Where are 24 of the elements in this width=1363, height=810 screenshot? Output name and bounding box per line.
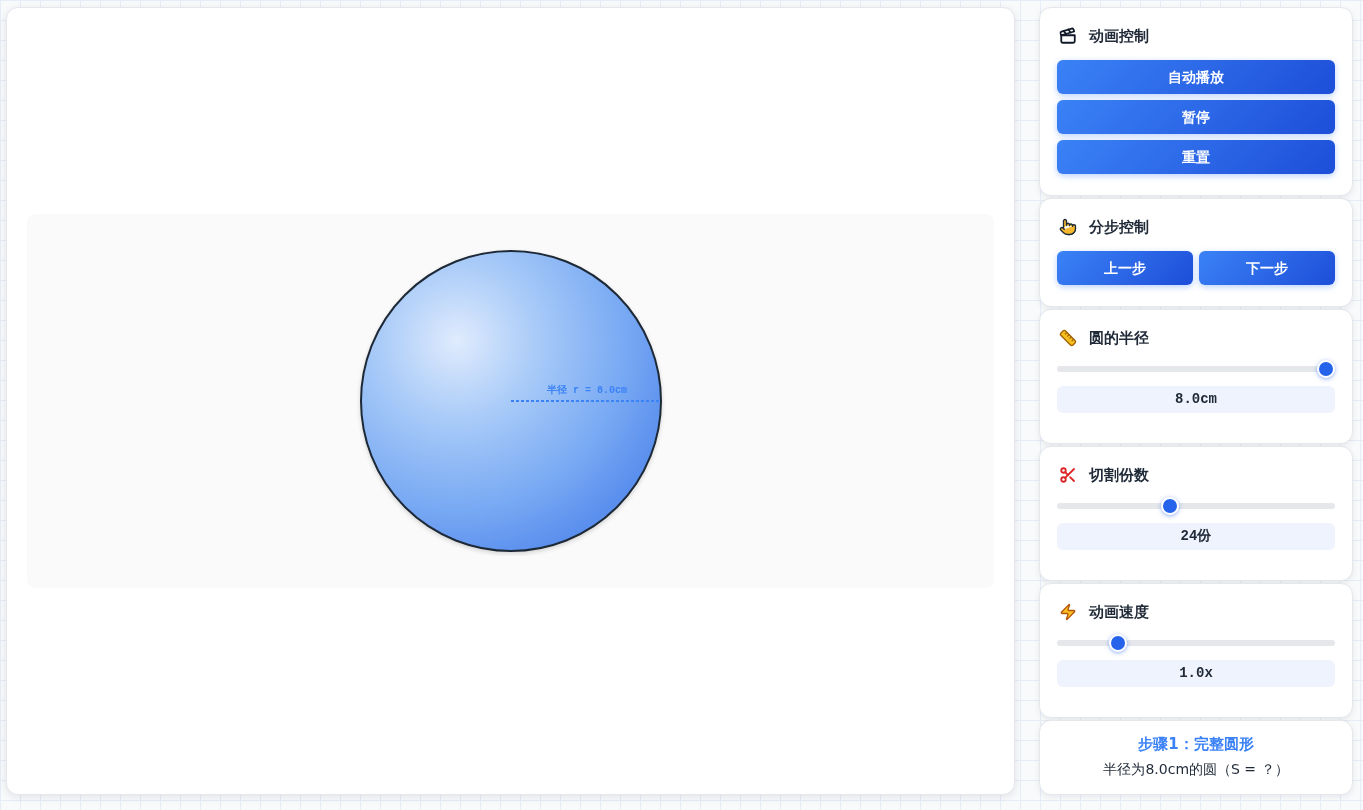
step-button[interactable]: 上一步 — [1057, 251, 1193, 285]
value-display: 1.0x — [1057, 660, 1335, 687]
control-button[interactable]: 自动播放 — [1057, 60, 1335, 94]
step-description: 半径为8.0cm的圆（S = ？） — [1103, 760, 1289, 779]
value-display: 24份 — [1057, 523, 1335, 550]
step-button[interactable]: 下一步 — [1199, 251, 1335, 285]
panel-title: 分步控制 — [1089, 217, 1149, 237]
panel-title: 切割份数 — [1089, 465, 1149, 485]
slider-thumb[interactable] — [1161, 497, 1179, 515]
slider-thumb[interactable] — [1317, 360, 1335, 378]
ruler-icon — [1059, 329, 1077, 347]
slider-thumb[interactable] — [1109, 634, 1127, 652]
panel-title: 动画速度 — [1089, 602, 1149, 622]
clapperboard-icon — [1059, 27, 1077, 45]
lightning-icon — [1059, 603, 1077, 621]
control-button[interactable]: 重置 — [1057, 140, 1335, 174]
step-title: 步骤1：完整圆形 — [1138, 734, 1254, 755]
panel-title: 动画控制 — [1089, 26, 1149, 46]
value-display: 8.0cm — [1057, 386, 1335, 413]
control-button[interactable]: 暂停 — [1057, 100, 1335, 134]
scissors-icon — [1059, 466, 1077, 484]
pointing-hand-icon — [1059, 218, 1077, 236]
radius-label: 半径 r = 8.0cm — [546, 385, 627, 396]
panel-title: 圆的半径 — [1089, 328, 1149, 348]
